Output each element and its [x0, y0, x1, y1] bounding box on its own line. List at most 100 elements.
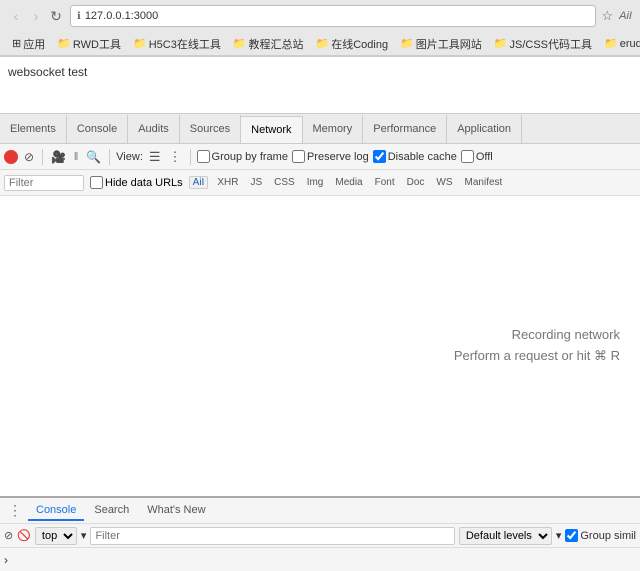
search-button[interactable]: 🔍: [84, 149, 103, 165]
bookmark-label: JS/CSS代码工具: [510, 36, 593, 52]
bookmark-label: 应用: [23, 36, 45, 52]
filter-manifest-button[interactable]: Manifest: [462, 176, 506, 189]
filter-img-button[interactable]: Img: [304, 176, 327, 189]
filter-all-button[interactable]: AiI: [189, 176, 209, 189]
filter-font-button[interactable]: Font: [372, 176, 398, 189]
group-by-frame-checkbox[interactable]: [197, 150, 210, 163]
bookmark-rwd[interactable]: 📁 RWD工具: [53, 35, 125, 53]
drawer-menu-button[interactable]: ⋮: [4, 502, 26, 519]
filter-js-button[interactable]: JS: [247, 176, 265, 189]
bookmark-label: 图片工具网站: [416, 36, 482, 52]
hide-data-urls-label[interactable]: Hide data URLs: [90, 176, 183, 189]
filter-ws-button[interactable]: WS: [433, 176, 455, 189]
tab-network[interactable]: Network: [241, 116, 302, 144]
view-list-button[interactable]: ☰: [147, 148, 163, 166]
network-main-area: Recording network Perform a request or h…: [0, 196, 640, 496]
tab-elements[interactable]: Elements: [0, 115, 67, 143]
bookmark-label: eruda-console: [620, 38, 640, 50]
folder-icon: 📁: [316, 37, 330, 50]
hide-data-urls-text: Hide data URLs: [105, 177, 183, 189]
tab-performance[interactable]: Performance: [363, 115, 447, 143]
network-filter-input[interactable]: [4, 175, 84, 191]
camera-button[interactable]: 🎥: [49, 149, 68, 165]
console-stop-button[interactable]: 🚫: [17, 529, 31, 542]
bookmark-star-icon[interactable]: ☆: [602, 8, 614, 24]
group-by-frame-label[interactable]: Group by frame: [197, 150, 288, 163]
address-bar[interactable]: ℹ 127.0.0.1:3000: [70, 5, 596, 27]
preserve-log-checkbox[interactable]: [292, 150, 305, 163]
drawer-tab-whatsnew[interactable]: What's New: [139, 501, 213, 521]
filter-xhr-button[interactable]: XHR: [214, 176, 241, 189]
console-filter-input[interactable]: [90, 527, 454, 545]
network-placeholder: Recording network Perform a request or h…: [454, 325, 620, 367]
console-toolbar: ⊘ 🚫 top ▾ Default levels ▾ Group simil: [0, 524, 640, 548]
folder-icon: 📁: [494, 37, 508, 50]
group-similar-text: Group simil: [580, 530, 636, 542]
bookmark-h5c3[interactable]: 📁 H5C3在线工具: [129, 35, 225, 53]
bookmark-coding[interactable]: 📁 在线Coding: [312, 35, 393, 53]
offline-label[interactable]: Offl: [461, 150, 493, 163]
folder-icon: 📁: [400, 37, 414, 50]
drawer-tab-search[interactable]: Search: [86, 501, 137, 521]
console-levels-select[interactable]: Default levels: [459, 527, 552, 545]
reload-button[interactable]: ↻: [48, 8, 64, 24]
bookmark-tutorials[interactable]: 📁 教程汇总站: [229, 35, 308, 53]
bookmark-apps[interactable]: ⊞ 应用: [8, 35, 49, 53]
view-label: View:: [116, 151, 143, 163]
page-content: websocket test: [0, 57, 640, 113]
toolbar-separator: [42, 149, 43, 165]
preserve-log-text: Preserve log: [307, 151, 369, 163]
tab-audits[interactable]: Audits: [128, 115, 180, 143]
disable-cache-text: Disable cache: [388, 151, 457, 163]
nav-bar: ‹ › ↻ ℹ 127.0.0.1:3000 ☆ AiI: [0, 0, 640, 32]
lock-icon: ℹ: [77, 11, 81, 22]
hide-data-urls-checkbox[interactable]: [90, 176, 103, 189]
disable-cache-label[interactable]: Disable cache: [373, 150, 457, 163]
folder-icon: 📁: [233, 37, 247, 50]
back-button[interactable]: ‹: [8, 8, 24, 24]
console-content: ›: [0, 548, 640, 571]
forward-button[interactable]: ›: [28, 8, 44, 24]
bookmark-label: 在线Coding: [331, 36, 388, 52]
address-text: 127.0.0.1:3000: [85, 10, 158, 22]
filter-media-button[interactable]: Media: [332, 176, 365, 189]
stop-recording-button[interactable]: ⊘: [22, 149, 36, 165]
perform-request-text: Perform a request or hit ⌘ R: [454, 346, 620, 367]
bookmark-label: RWD工具: [73, 36, 121, 52]
tab-console[interactable]: Console: [67, 115, 128, 143]
bookmark-image[interactable]: 📁 图片工具网站: [396, 35, 486, 53]
folder-icon: 📁: [604, 37, 618, 50]
filter-doc-button[interactable]: Doc: [404, 176, 428, 189]
tab-application[interactable]: Application: [447, 115, 522, 143]
filter-bar: Hide data URLs AiI XHR JS CSS Img Media …: [0, 170, 640, 196]
preserve-log-label[interactable]: Preserve log: [292, 150, 369, 163]
console-context-select[interactable]: top: [35, 527, 77, 545]
aii-icon[interactable]: AiI: [619, 10, 632, 22]
disable-cache-checkbox[interactable]: [373, 150, 386, 163]
tab-memory[interactable]: Memory: [303, 115, 364, 143]
filter-toggle-button[interactable]: ⧚: [72, 148, 80, 165]
console-drawer-tabs: ⋮ Console Search What's New: [0, 498, 640, 524]
folder-icon: 📁: [133, 37, 147, 50]
console-drawer: ⋮ Console Search What's New ⊘ 🚫 top ▾ De…: [0, 496, 640, 571]
bookmark-eruda[interactable]: 📁 eruda-console: [600, 36, 640, 51]
console-clear-button[interactable]: ⊘: [4, 529, 13, 542]
record-button[interactable]: [4, 150, 18, 164]
chevron-right-icon: ›: [4, 553, 8, 567]
nav-buttons: ‹ › ↻: [8, 8, 64, 24]
filter-css-button[interactable]: CSS: [271, 176, 298, 189]
group-similar-checkbox[interactable]: [565, 529, 578, 542]
bookmark-jscss[interactable]: 📁 JS/CSS代码工具: [490, 35, 596, 53]
devtools-toolbar: ⊘ 🎥 ⧚ 🔍 View: ☰ ⋮ Group by frame Preserv…: [0, 144, 640, 170]
tab-sources[interactable]: Sources: [180, 115, 241, 143]
page-text: websocket test: [8, 65, 87, 79]
group-similar-label[interactable]: Group simil: [565, 529, 636, 542]
bookmarks-bar: ⊞ 应用 📁 RWD工具 📁 H5C3在线工具 📁 教程汇总站 📁 在线Codi…: [0, 32, 640, 56]
devtools-panel: Elements Console Audits Sources Network …: [0, 113, 640, 571]
drawer-tab-console[interactable]: Console: [28, 501, 84, 521]
folder-icon: 📁: [57, 37, 71, 50]
console-prompt: ›: [4, 553, 8, 567]
offline-checkbox[interactable]: [461, 150, 474, 163]
bookmark-label: H5C3在线工具: [149, 36, 221, 52]
view-grid-button[interactable]: ⋮: [167, 148, 184, 166]
